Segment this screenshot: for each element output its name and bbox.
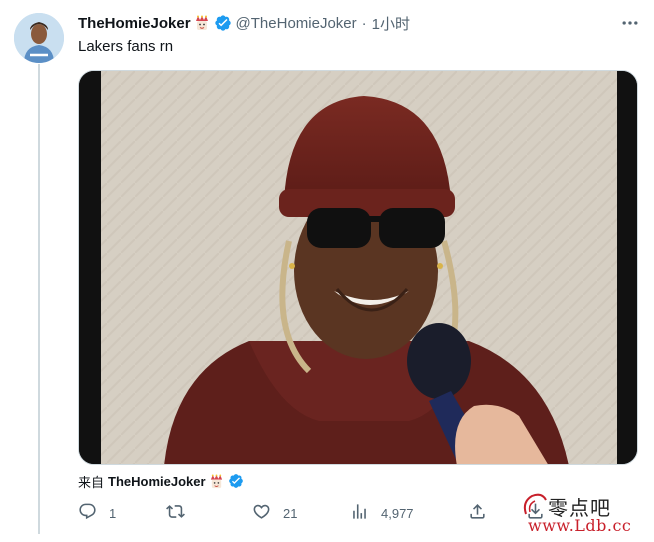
share-icon xyxy=(468,502,487,524)
reply-count: 1 xyxy=(109,505,117,521)
tweet-text: Lakers fans rn xyxy=(78,38,174,55)
separator-dot: · xyxy=(361,14,367,32)
watermark-bottom-text: www.Ldb.cc xyxy=(528,516,632,535)
source-user-name[interactable]: TheHomieJoker xyxy=(108,474,206,489)
timestamp[interactable]: 1小时 xyxy=(372,13,410,34)
tweet-media-video[interactable] xyxy=(78,70,638,465)
like-count: 21 xyxy=(283,505,298,521)
reply-icon xyxy=(78,502,97,524)
retweet-icon xyxy=(166,502,185,524)
joker-emoji-icon xyxy=(209,473,224,489)
watermark: 零点吧 www.Ldb.cc xyxy=(520,490,640,540)
retweet-button[interactable] xyxy=(166,503,197,523)
thread-line xyxy=(38,64,40,534)
verified-badge-icon[interactable] xyxy=(228,473,244,489)
reply-button[interactable]: 1 xyxy=(78,503,116,523)
tweet-header: TheHomieJoker @TheHomieJoker · 1小时 xyxy=(78,13,410,33)
tweet[interactable]: TheHomieJoker @TheHomieJoker · 1小时 Laker… xyxy=(0,0,654,542)
views-icon xyxy=(350,502,369,524)
more-icon[interactable] xyxy=(620,13,640,33)
avatar-image xyxy=(14,13,64,63)
verified-badge-icon[interactable] xyxy=(214,14,232,32)
like-icon xyxy=(252,502,271,524)
source-line: 来自 TheHomieJoker xyxy=(78,472,244,490)
share-button[interactable] xyxy=(468,503,487,523)
joker-emoji-icon xyxy=(194,15,210,31)
like-button[interactable]: 21 xyxy=(252,503,297,523)
avatar[interactable] xyxy=(14,13,64,63)
views-button[interactable]: 4,977 xyxy=(350,503,414,523)
source-prefix: 来自 xyxy=(78,474,105,490)
views-count: 4,977 xyxy=(381,505,414,521)
video-frame xyxy=(79,71,637,464)
user-handle[interactable]: @TheHomieJoker xyxy=(236,15,357,32)
display-name[interactable]: TheHomieJoker xyxy=(78,15,191,32)
